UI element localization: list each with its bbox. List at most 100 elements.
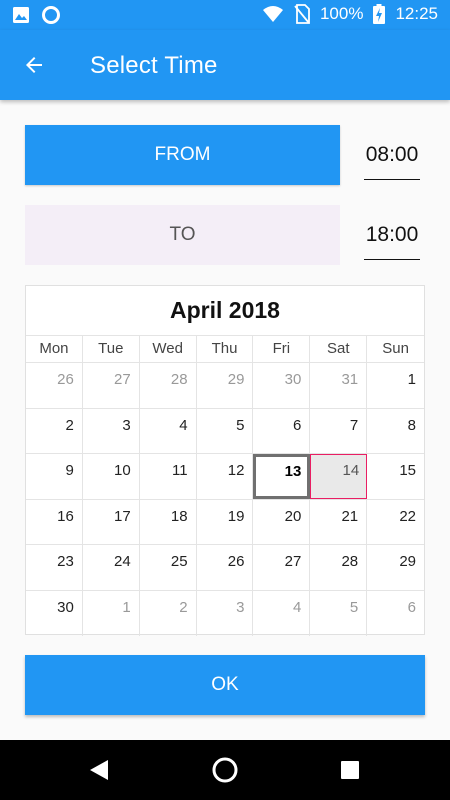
calendar-day[interactable]: 4 [253,590,311,636]
calendar-week: 23 24 25 26 27 28 29 [26,545,424,591]
day-number: 17 [114,507,131,525]
calendar-day[interactable]: 2 [26,408,83,453]
calendar-grid: 26 27 28 29 30 31 1 2 3 4 5 6 7 8 9 10 1… [26,363,424,636]
calendar-day[interactable]: 9 [26,454,83,499]
calendar-day[interactable]: 3 [83,408,140,453]
calendar-day[interactable]: 30 [26,590,83,636]
calendar-day[interactable]: 22 [367,500,424,545]
calendar-day[interactable]: 6 [367,591,424,637]
calendar-day[interactable]: 26 [26,363,83,408]
calendar-day[interactable]: 27 [253,545,311,590]
calendar-day[interactable]: 28 [310,545,368,590]
arrow-left-icon[interactable] [22,53,46,77]
day-number: 20 [284,507,302,525]
calendar-day[interactable]: 19 [197,499,254,544]
calendar-week: 26 27 28 29 30 31 1 [26,363,424,409]
status-left-icons [12,6,60,24]
day-number: 25 [170,553,188,570]
day-number: 11 [172,462,188,479]
calendar: April 2018 Mon Tue Wed Thu Fri Sat Sun 2… [25,285,425,636]
nav-recents-icon[interactable] [341,761,359,779]
calendar-month-title: April 2018 [26,286,424,336]
calendar-day[interactable]: 29 [197,363,254,408]
calendar-day[interactable]: 12 [197,454,254,499]
day-number: 27 [284,553,302,570]
day-number: 22 [399,507,417,525]
day-number: 19 [227,507,245,525]
day-number: 8 [407,416,417,434]
calendar-day[interactable]: 27 [83,363,140,408]
page-title: Select Time [90,52,218,79]
day-number: 1 [407,371,417,388]
weekday-sun: Sun [382,340,409,357]
ok-button[interactable]: OK [25,655,425,715]
from-time-field[interactable]: 08:00 [364,130,420,180]
weekday-header: Mon Tue Wed Thu Fri Sat Sun [26,336,424,363]
calendar-day[interactable]: 23 [26,545,83,590]
to-time-field[interactable]: 18:00 [364,210,420,260]
calendar-day[interactable]: 8 [367,409,424,454]
day-number: 21 [341,507,359,525]
day-number: 5 [236,416,245,434]
weekday-mon: Mon [26,336,83,362]
day-number: 12 [227,462,245,479]
calendar-day[interactable]: 20 [253,499,311,544]
day-number: 9 [65,462,74,479]
weekday-tue: Tue [83,336,140,362]
calendar-day[interactable]: 26 [197,545,254,590]
from-button[interactable]: FROM [25,125,340,185]
calendar-day[interactable]: 15 [367,454,424,499]
day-number: 1 [122,598,131,616]
day-number: 14 [342,462,360,479]
calendar-day[interactable]: 1 [83,590,140,636]
calendar-day[interactable]: 28 [140,363,197,408]
battery-percent: 100% [319,4,364,23]
day-number: 29 [399,553,417,570]
calendar-day[interactable]: 3 [197,590,254,636]
day-number: 24 [114,553,131,570]
day-number: 4 [179,416,188,434]
calendar-day[interactable]: 17 [83,499,140,544]
calendar-day[interactable]: 29 [367,545,424,590]
calendar-day[interactable]: 7 [310,408,368,453]
calendar-day-range-end[interactable]: 14 [310,454,368,499]
app-bar: Select Time [0,30,450,100]
status-right-icons: 100% 12:25 [262,4,438,24]
weekday-sat: Sat [310,336,368,362]
day-number: 7 [349,416,359,434]
to-button[interactable]: TO [25,205,340,265]
calendar-day[interactable]: 18 [140,499,197,544]
calendar-day[interactable]: 5 [310,590,368,636]
day-number: 28 [341,553,359,570]
nav-home-icon[interactable] [211,756,239,784]
battery-charging-icon [373,4,386,24]
calendar-day[interactable]: 1 [367,363,424,408]
calendar-day[interactable]: 10 [83,454,140,499]
day-number: 4 [292,598,302,616]
calendar-day[interactable]: 6 [253,408,311,453]
calendar-day[interactable]: 16 [26,499,83,544]
circle-icon [42,6,60,24]
calendar-day[interactable]: 5 [197,408,254,453]
calendar-day[interactable]: 31 [310,363,368,408]
day-number: 5 [349,598,359,616]
day-number: 31 [341,371,359,388]
calendar-week: 30 1 2 3 4 5 6 [26,590,424,637]
day-number: 6 [407,598,417,616]
calendar-day[interactable]: 4 [140,408,197,453]
day-number: 2 [179,598,188,616]
calendar-week: 2 3 4 5 6 7 8 [26,408,424,454]
day-number: 6 [292,416,302,434]
calendar-day[interactable]: 2 [140,590,197,636]
day-number: 27 [114,371,131,388]
day-number: 10 [114,462,131,479]
calendar-day-selected[interactable]: 13 [253,454,311,499]
navigation-bar [0,740,450,800]
calendar-day[interactable]: 24 [83,545,140,590]
nav-back-icon[interactable] [88,758,110,782]
calendar-day[interactable]: 11 [140,454,197,499]
status-bar: 100% 12:25 [0,0,450,30]
calendar-day[interactable]: 25 [140,545,197,590]
calendar-day[interactable]: 21 [310,499,368,544]
calendar-day[interactable]: 30 [253,363,311,408]
